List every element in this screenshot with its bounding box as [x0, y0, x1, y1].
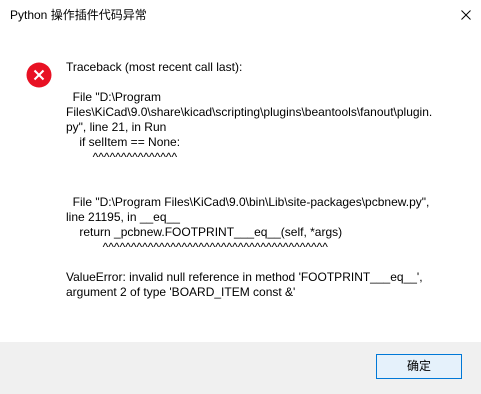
window-title: Python 操作插件代码异常: [10, 8, 147, 22]
message-line: ^^^^^^^^^^^^^^^: [66, 150, 178, 164]
message-line: if selItem == None:: [66, 135, 181, 149]
message-line: [66, 75, 471, 90]
message-line: argument 2 of type 'BOARD_ITEM const &': [66, 285, 296, 299]
message-line: Files\KiCad\9.0\share\kicad\scripting\pl…: [66, 105, 433, 119]
error-message: Traceback (most recent call last): File …: [66, 60, 471, 300]
close-icon: [461, 10, 471, 20]
message-line: return _pcbnew.FOOTPRINT___eq__(self, *a…: [66, 225, 343, 239]
ok-button[interactable]: 确定: [376, 354, 462, 379]
message-line: [66, 165, 471, 180]
error-dialog: Python 操作插件代码异常 Traceback (most recent c…: [0, 0, 481, 394]
error-icon: [26, 62, 52, 88]
message-line: Traceback (most recent call last):: [66, 60, 243, 74]
message-line: File "D:\Program: [66, 90, 161, 104]
message-line: ValueError: invalid null reference in me…: [66, 270, 423, 284]
message-line: [66, 255, 471, 270]
message-line: File "D:\Program Files\KiCad\9.0\bin\Lib…: [66, 195, 430, 209]
message-line: py", line 21, in Run: [66, 120, 167, 134]
ok-button-label: 确定: [406, 359, 431, 373]
message-line: line 21195, in __eq__: [66, 210, 180, 224]
title-bar[interactable]: Python 操作插件代码异常: [0, 0, 481, 31]
message-line: ^^^^^^^^^^^^^^^^^^^^^^^^^^^^^^^^^^^^^^^^: [66, 240, 328, 254]
message-line: [66, 180, 471, 195]
close-button[interactable]: [448, 0, 481, 31]
